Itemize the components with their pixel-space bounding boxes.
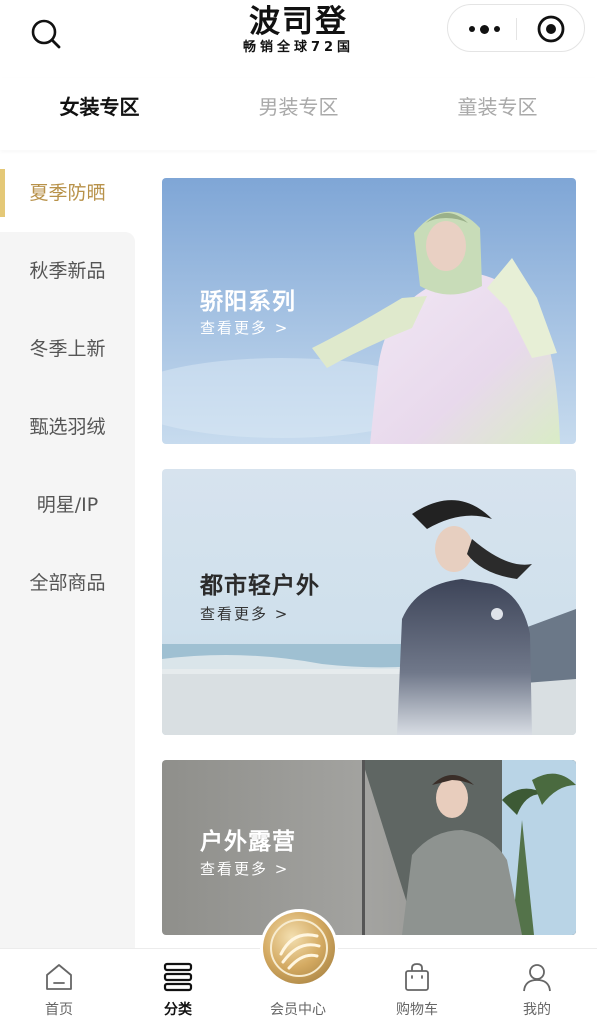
nav-label: 购物车 — [396, 1002, 438, 1018]
banner-title: 都市轻户外 — [200, 573, 320, 599]
category-content: 骄阳系列 查看更多 > 都市轻户外 查看更多 > 户外露营 查看更多 > — [135, 154, 597, 948]
member-center-icon — [260, 909, 338, 987]
header: 波司登 畅销全球72国 — [0, 0, 597, 78]
nav-profile[interactable]: 我的 — [487, 949, 587, 1024]
member-center-badge[interactable] — [259, 908, 339, 988]
nav-label: 首页 — [45, 1002, 73, 1018]
sidebar-item-label: 全部商品 — [29, 572, 106, 594]
tab-kids[interactable]: 童装专区 — [398, 78, 597, 150]
view-more-link[interactable]: 查看更多 > — [200, 317, 289, 338]
banner-card-sun-series[interactable]: 骄阳系列 查看更多 > — [162, 178, 576, 444]
nav-label: 会员中心 — [270, 1002, 326, 1018]
dot-icon — [468, 26, 475, 32]
banner-image — [162, 469, 576, 735]
nav-label: 我的 — [523, 1002, 551, 1018]
nav-category[interactable]: 分类 — [128, 949, 228, 1024]
sidebar-item-label: 明星/IP — [36, 494, 99, 516]
view-more-link[interactable]: 查看更多 > — [200, 858, 289, 879]
sidebar-item-selected-down[interactable]: 甄选羽绒 — [0, 388, 135, 466]
shopping-bag-icon — [405, 963, 429, 991]
sidebar-item-label: 冬季上新 — [29, 338, 106, 360]
mini-program-capsule — [447, 4, 585, 52]
banner-card-urban-outdoor[interactable]: 都市轻户外 查看更多 > — [162, 469, 576, 735]
sidebar-item-label: 甄选羽绒 — [29, 416, 106, 438]
sidebar-item-autumn-new[interactable]: 秋季新品 — [0, 232, 135, 310]
banner-title: 户外露营 — [200, 829, 296, 855]
sidebar-item-all-products[interactable]: 全部商品 — [0, 544, 135, 622]
tab-womens[interactable]: 女装专区 — [0, 78, 199, 150]
dot-icon — [493, 26, 500, 32]
sidebar-item-winter-new[interactable]: 冬季上新 — [0, 310, 135, 388]
capsule-divider — [516, 18, 517, 40]
close-mini-program-button[interactable] — [536, 14, 566, 44]
category-icon — [163, 962, 193, 992]
sidebar-item-celebrity-ip[interactable]: 明星/IP — [0, 466, 135, 544]
sidebar-item-summer-sun-protection[interactable]: 夏季防晒 — [0, 154, 135, 232]
more-menu-button[interactable] — [462, 15, 506, 43]
dot-icon — [479, 24, 489, 34]
gender-tabs: 女装专区 男装专区 童装专区 — [0, 78, 597, 150]
tab-mens[interactable]: 男装专区 — [199, 78, 398, 150]
view-more-link[interactable]: 查看更多 > — [200, 603, 289, 624]
profile-icon — [523, 964, 551, 992]
banner-card-outdoor-camping[interactable]: 户外露营 查看更多 > — [162, 760, 576, 935]
nav-cart[interactable]: 购物车 — [367, 949, 467, 1024]
sidebar-item-label: 夏季防晒 — [29, 182, 106, 204]
target-icon — [537, 15, 565, 43]
nav-label: 分类 — [164, 1002, 192, 1018]
sidebar-item-label: 秋季新品 — [0, 232, 135, 310]
home-icon — [46, 964, 72, 990]
category-sidebar: 夏季防晒 秋季新品 冬季上新 甄选羽绒 明星/IP 全部商品 — [0, 154, 135, 948]
nav-home[interactable]: 首页 — [9, 949, 109, 1024]
banner-title: 骄阳系列 — [200, 289, 296, 315]
